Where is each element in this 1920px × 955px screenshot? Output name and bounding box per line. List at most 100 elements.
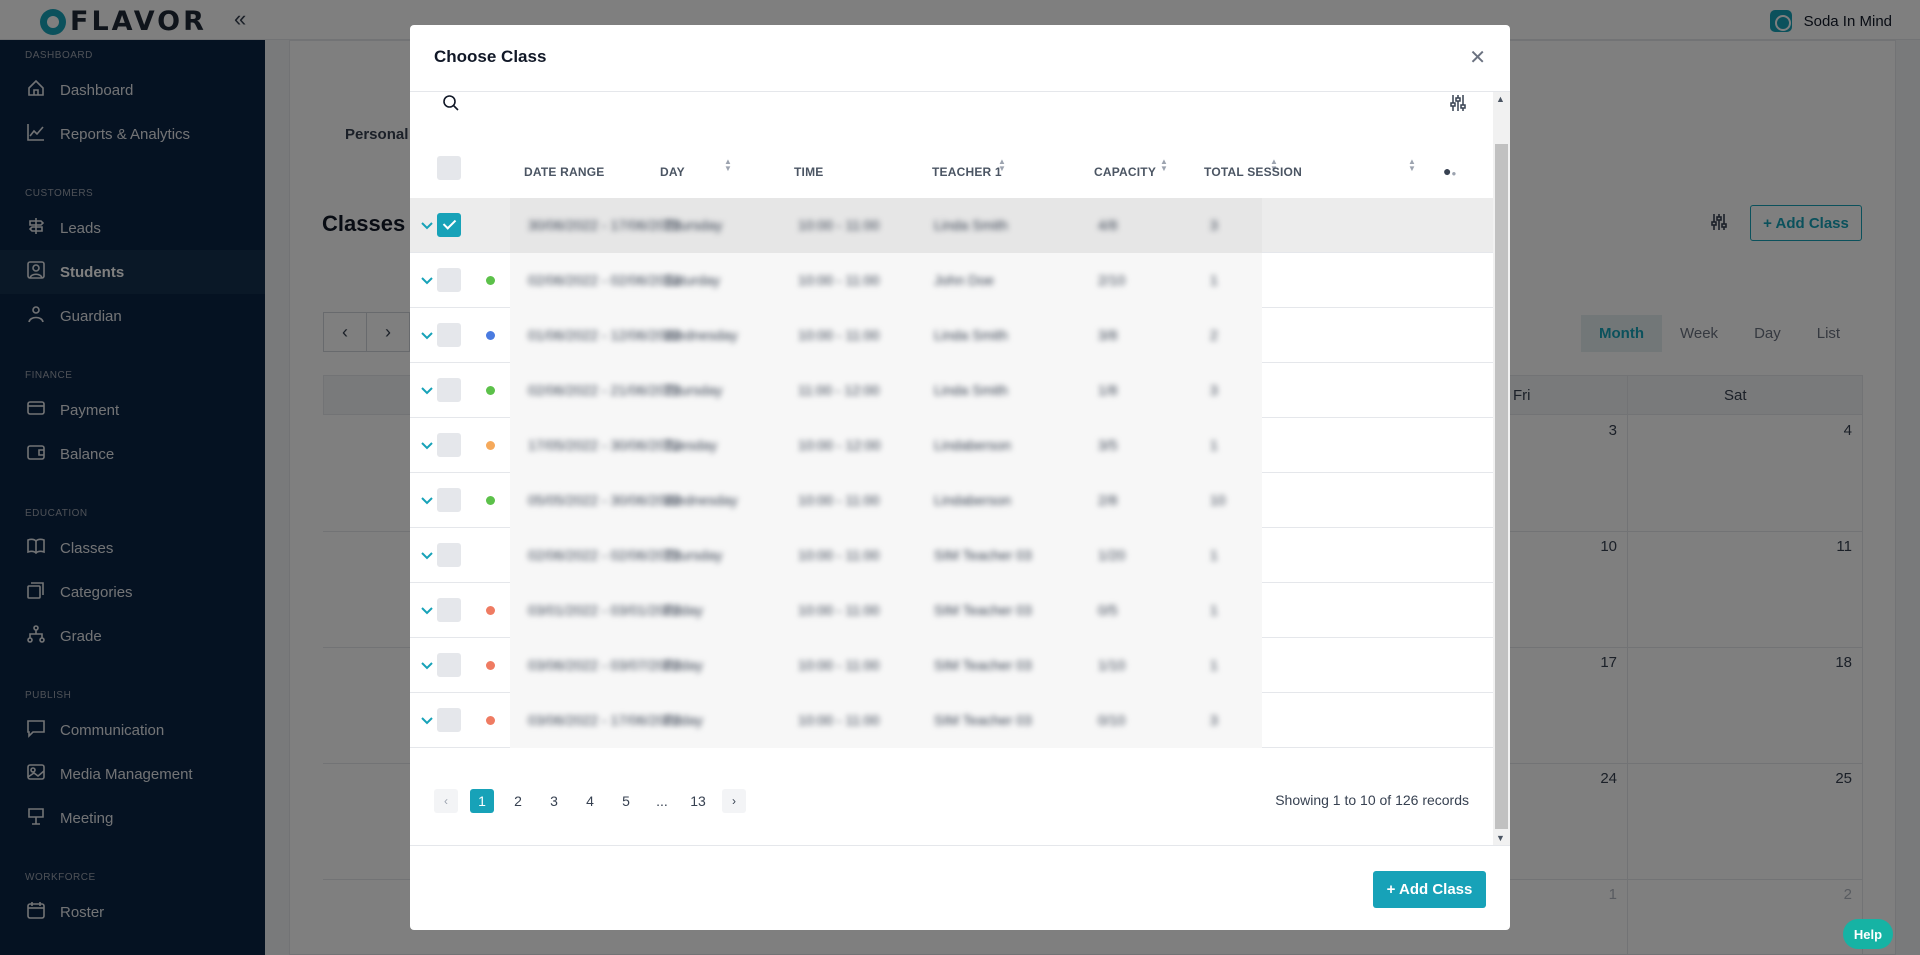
- status-dot: [486, 441, 495, 450]
- scroll-down-icon[interactable]: ▼: [1496, 833, 1505, 843]
- cell-day: Friday: [664, 657, 703, 673]
- cell-date-range: 30/06/2022 - 17/06/2022: [528, 217, 681, 233]
- expand-chevron-icon[interactable]: [418, 271, 436, 289]
- cell-teacher: SIM Teacher 03: [934, 602, 1032, 618]
- status-dot: [486, 716, 495, 725]
- choose-class-modal: Choose Class ✕ DATE RANGE ▲ ▼ DAY TIME ▲ ▼ TEAC…: [410, 25, 1510, 930]
- cell-teacher: John Doe: [934, 272, 994, 288]
- row-checkbox[interactable]: [437, 488, 461, 512]
- page-button[interactable]: 1: [470, 789, 494, 813]
- sort-icon[interactable]: ▲ ▼: [1408, 158, 1416, 173]
- cell-day: Thursday: [664, 547, 723, 563]
- records-count: Showing 1 to 10 of 126 records: [1275, 792, 1469, 808]
- scrollbar[interactable]: ▲ ▼: [1493, 92, 1510, 845]
- column-filter-icon[interactable]: [1450, 94, 1466, 117]
- expand-chevron-icon[interactable]: [418, 546, 436, 564]
- row-checkbox[interactable]: [437, 433, 461, 457]
- page-button[interactable]: 13: [686, 789, 710, 813]
- page-button[interactable]: 2: [506, 789, 530, 813]
- table-row[interactable]: 02/06/2022 - 02/06/2022 Saturday 10:00 - 1…: [410, 253, 1493, 308]
- table-row[interactable]: 03/06/2022 - 03/07/2022 Friday 10:00 - 11:…: [410, 638, 1493, 693]
- cell-sessions: 3: [1210, 217, 1218, 233]
- cell-capacity: 2/8: [1098, 492, 1118, 508]
- page-button[interactable]: 5: [614, 789, 638, 813]
- row-checkbox[interactable]: [437, 598, 461, 622]
- table-row[interactable]: 02/06/2022 - 21/06/2022 Thursday 11:00 - 1…: [410, 363, 1493, 418]
- next-page-icon[interactable]: ›: [722, 789, 746, 813]
- expand-chevron-icon[interactable]: [418, 216, 436, 234]
- expand-chevron-icon[interactable]: [418, 601, 436, 619]
- select-all-checkbox[interactable]: [437, 156, 461, 180]
- table-row[interactable]: 30/06/2022 - 17/06/2022 Thursday 10:00 - 1…: [410, 198, 1493, 253]
- scroll-up-icon[interactable]: ▲: [1496, 94, 1505, 104]
- cell-capacity: 4/8: [1098, 217, 1118, 233]
- sort-icon[interactable]: ▲ ▼: [1160, 158, 1168, 173]
- cell-teacher: SIM Teacher 03: [934, 657, 1032, 673]
- page-button[interactable]: 3: [542, 789, 566, 813]
- table-row[interactable]: 17/05/2022 - 30/06/2022 Tuesday 10:00 - 12…: [410, 418, 1493, 473]
- table-row[interactable]: 02/06/2022 - 02/06/2022 Thursday 10:00 - 1…: [410, 528, 1493, 583]
- column-header-teacher-1[interactable]: TEACHER 1: [932, 165, 1002, 179]
- column-header-total-session[interactable]: TOTAL SESSION: [1204, 165, 1302, 179]
- table-row[interactable]: 03/06/2022 - 17/06/2022 Friday 10:00 - 11:…: [410, 693, 1493, 748]
- cell-date-range: 03/06/2022 - 17/06/2022: [528, 712, 681, 728]
- add-class-button[interactable]: + Add Class: [1373, 871, 1486, 908]
- table-row[interactable]: 01/06/2022 - 12/06/2022 Wednesday 10:00 - …: [410, 308, 1493, 363]
- cell-day: Wednesday: [664, 327, 738, 343]
- page-button[interactable]: 4: [578, 789, 602, 813]
- pagination-ellipsis: ...: [656, 793, 668, 809]
- expand-chevron-icon[interactable]: [418, 326, 436, 344]
- cell-sessions: 1: [1210, 272, 1218, 288]
- more-columns-icon[interactable]: ●●: [1443, 163, 1456, 179]
- row-checkbox[interactable]: [437, 323, 461, 347]
- cell-sessions: 10: [1210, 492, 1226, 508]
- cell-date-range: 02/06/2022 - 21/06/2022: [528, 382, 681, 398]
- sort-icon[interactable]: ▲ ▼: [724, 158, 732, 173]
- expand-chevron-icon[interactable]: [418, 436, 436, 454]
- row-checkbox[interactable]: [437, 213, 461, 237]
- row-checkbox[interactable]: [437, 543, 461, 567]
- cell-time: 10:00 - 11:00: [798, 657, 880, 673]
- cell-day: Thursday: [664, 217, 723, 233]
- cell-time: 10:00 - 11:00: [798, 712, 880, 728]
- cell-time: 10:00 - 11:00: [798, 492, 880, 508]
- expand-chevron-icon[interactable]: [418, 381, 436, 399]
- column-header-capacity[interactable]: CAPACITY: [1094, 165, 1156, 179]
- row-checkbox[interactable]: [437, 708, 461, 732]
- expand-chevron-icon[interactable]: [418, 711, 436, 729]
- column-header-time[interactable]: TIME: [794, 165, 823, 179]
- cell-sessions: 1: [1210, 602, 1218, 618]
- table-row[interactable]: 05/05/2022 - 30/06/2022 Wednesday 10:00 - …: [410, 473, 1493, 528]
- row-checkbox[interactable]: [437, 268, 461, 292]
- cell-time: 10:00 - 11:00: [798, 327, 880, 343]
- expand-chevron-icon[interactable]: [418, 491, 436, 509]
- cell-day: Tuesday: [664, 437, 718, 453]
- cell-date-range: 03/01/2022 - 03/01/2022: [528, 602, 681, 618]
- cell-sessions: 2: [1210, 327, 1218, 343]
- row-checkbox[interactable]: [437, 378, 461, 402]
- cell-time: 10:00 - 11:00: [798, 217, 880, 233]
- cell-teacher: Linda Smith: [934, 327, 1008, 343]
- cell-teacher: SIM Teacher 03: [934, 712, 1032, 728]
- help-button[interactable]: Help: [1843, 919, 1893, 949]
- table-row[interactable]: 03/01/2022 - 03/01/2022 Friday 10:00 - 11:…: [410, 583, 1493, 638]
- status-dot: [486, 276, 495, 285]
- column-header-date-range[interactable]: DATE RANGE: [524, 165, 604, 179]
- status-dot: [486, 661, 495, 670]
- cell-sessions: 3: [1210, 712, 1218, 728]
- row-checkbox[interactable]: [437, 653, 461, 677]
- scroll-thumb[interactable]: [1495, 144, 1508, 829]
- cell-teacher: SIM Teacher 03: [934, 547, 1032, 563]
- status-dot: [486, 496, 495, 505]
- cell-date-range: 01/06/2022 - 12/06/2022: [528, 327, 681, 343]
- search-icon[interactable]: [442, 94, 460, 117]
- cell-teacher: Linda Smith: [934, 382, 1008, 398]
- close-icon[interactable]: ✕: [1469, 45, 1486, 70]
- cell-teacher: Lindaberson: [934, 437, 1012, 453]
- modal-body: DATE RANGE ▲ ▼ DAY TIME ▲ ▼ TEACHER 1 ▲ ▼ CAPACITY…: [410, 92, 1493, 845]
- expand-chevron-icon[interactable]: [418, 656, 436, 674]
- cell-teacher: Lindaberson: [934, 492, 1012, 508]
- prev-page-icon[interactable]: ‹: [434, 789, 458, 813]
- modal-title: Choose Class: [434, 47, 547, 66]
- cell-capacity: 3/8: [1098, 327, 1118, 343]
